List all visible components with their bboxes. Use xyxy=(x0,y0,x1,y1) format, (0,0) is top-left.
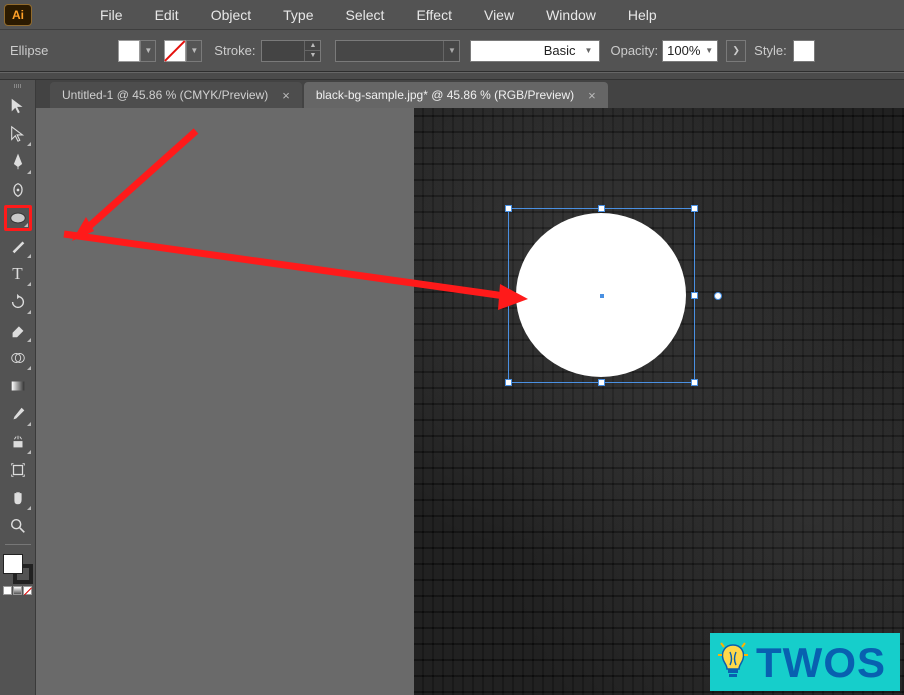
menu-help[interactable]: Help xyxy=(628,7,657,23)
fill-mode-buttons xyxy=(3,586,32,595)
menu-edit[interactable]: Edit xyxy=(155,7,179,23)
app-menubar: Ai File Edit Object Type Select Effect V… xyxy=(0,0,904,30)
pen-tool[interactable] xyxy=(4,149,32,175)
color-mode-button[interactable] xyxy=(3,586,12,595)
lightbulb-icon xyxy=(716,641,750,683)
resize-handle[interactable] xyxy=(691,292,698,299)
workspace: T xyxy=(0,80,904,695)
next-options-button[interactable]: ❯ xyxy=(726,40,746,62)
placed-image[interactable] xyxy=(414,108,904,695)
active-tool-label: Ellipse xyxy=(10,43,48,58)
chevron-down-icon: ▼ xyxy=(190,46,198,55)
chevron-down-icon: ▼ xyxy=(448,46,456,55)
stroke-weight-input[interactable] xyxy=(262,41,304,61)
document-tabbar: Untitled-1 @ 45.86 % (CMYK/Preview) × bl… xyxy=(36,80,904,108)
panel-grip-icon[interactable] xyxy=(8,84,28,88)
resize-handle[interactable] xyxy=(598,379,605,386)
menu-type[interactable]: Type xyxy=(283,7,313,23)
chevron-down-icon: ▼ xyxy=(144,46,152,55)
fill-stroke-indicator[interactable] xyxy=(3,554,33,584)
menu-view[interactable]: View xyxy=(484,7,514,23)
style-label: Style: xyxy=(754,43,787,58)
close-icon[interactable]: × xyxy=(588,88,596,103)
opacity-value: 100% xyxy=(667,43,705,58)
document-tab-1[interactable]: Untitled-1 @ 45.86 % (CMYK/Preview) × xyxy=(50,82,302,108)
resize-handle[interactable] xyxy=(505,205,512,212)
type-tool[interactable]: T xyxy=(4,261,32,287)
opacity-label: Opacity: xyxy=(610,43,658,58)
stepper-up-icon[interactable]: ▲ xyxy=(304,41,320,52)
menu-object[interactable]: Object xyxy=(211,7,251,23)
watermark-text: TWOS xyxy=(756,639,886,686)
selection-bounding-box[interactable] xyxy=(508,208,695,383)
tool-divider xyxy=(5,544,31,548)
chevron-down-icon: ▼ xyxy=(581,46,595,55)
menu-window[interactable]: Window xyxy=(546,7,596,23)
fill-indicator[interactable] xyxy=(3,554,23,574)
canvas[interactable] xyxy=(36,108,904,695)
hand-tool[interactable] xyxy=(4,485,32,511)
watermark-badge: TWOS xyxy=(710,633,900,691)
chevron-right-icon: ❯ xyxy=(732,45,740,56)
artboard-tool[interactable] xyxy=(4,457,32,483)
selection-tool[interactable] xyxy=(4,93,32,119)
panel-collapse-strip[interactable] xyxy=(0,72,904,80)
symbol-sprayer-tool[interactable] xyxy=(4,429,32,455)
shape-builder-tool[interactable] xyxy=(4,345,32,371)
stroke-color-swatch[interactable] xyxy=(164,40,186,62)
menu-file[interactable]: File xyxy=(100,7,123,23)
rotate-tool[interactable] xyxy=(4,289,32,315)
resize-handle[interactable] xyxy=(691,205,698,212)
document-tab-2[interactable]: black-bg-sample.jpg* @ 45.86 % (RGB/Prev… xyxy=(304,82,608,108)
fill-color-dropdown[interactable]: ▼ xyxy=(140,40,156,62)
paintbrush-tool[interactable] xyxy=(4,233,32,259)
graphic-style-value: Basic xyxy=(471,43,581,58)
gradient-tool[interactable] xyxy=(4,373,32,399)
gradient-mode-button[interactable] xyxy=(13,586,22,595)
stroke-weight-stepper[interactable]: ▲ ▼ xyxy=(261,40,321,62)
opacity-field[interactable]: 100% ▼ xyxy=(662,40,718,62)
tab-label: Untitled-1 @ 45.86 % (CMYK/Preview) xyxy=(62,88,268,102)
close-icon[interactable]: × xyxy=(282,88,290,103)
graphic-style-dropdown[interactable]: Basic ▼ xyxy=(470,40,600,62)
eyedropper-tool[interactable] xyxy=(4,401,32,427)
annotation-arrow-2 xyxy=(60,226,535,316)
none-mode-button[interactable] xyxy=(23,586,32,595)
widget-handle[interactable] xyxy=(714,292,722,300)
resize-handle[interactable] xyxy=(505,379,512,386)
resize-handle[interactable] xyxy=(598,205,605,212)
fill-color-swatch[interactable] xyxy=(118,40,140,62)
tools-panel: T xyxy=(0,80,36,695)
app-logo-icon: Ai xyxy=(4,4,32,26)
chevron-down-icon: ▼ xyxy=(705,46,713,55)
ellipse-tool[interactable] xyxy=(4,205,32,231)
zoom-tool[interactable] xyxy=(4,513,32,539)
stroke-label: Stroke: xyxy=(214,43,255,58)
eraser-tool[interactable] xyxy=(4,317,32,343)
document-area: Untitled-1 @ 45.86 % (CMYK/Preview) × bl… xyxy=(36,80,904,695)
brush-definition-dropdown[interactable]: ▼ xyxy=(335,40,460,62)
resize-handle[interactable] xyxy=(691,379,698,386)
tab-label: black-bg-sample.jpg* @ 45.86 % (RGB/Prev… xyxy=(316,88,574,102)
type-glyph: T xyxy=(12,264,22,284)
control-bar: Ellipse ▼ ▼ Stroke: ▲ ▼ ▼ Basic ▼ Opacit… xyxy=(0,30,904,72)
stroke-color-dropdown[interactable]: ▼ xyxy=(186,40,202,62)
selection-center-icon xyxy=(600,294,604,298)
curvature-tool[interactable] xyxy=(4,177,32,203)
menu-select[interactable]: Select xyxy=(346,7,385,23)
annotation-arrow-1 xyxy=(66,123,206,243)
stepper-down-icon[interactable]: ▼ xyxy=(304,51,320,61)
style-swatch[interactable] xyxy=(793,40,815,62)
menu-effect[interactable]: Effect xyxy=(416,7,452,23)
direct-selection-tool[interactable] xyxy=(4,121,32,147)
